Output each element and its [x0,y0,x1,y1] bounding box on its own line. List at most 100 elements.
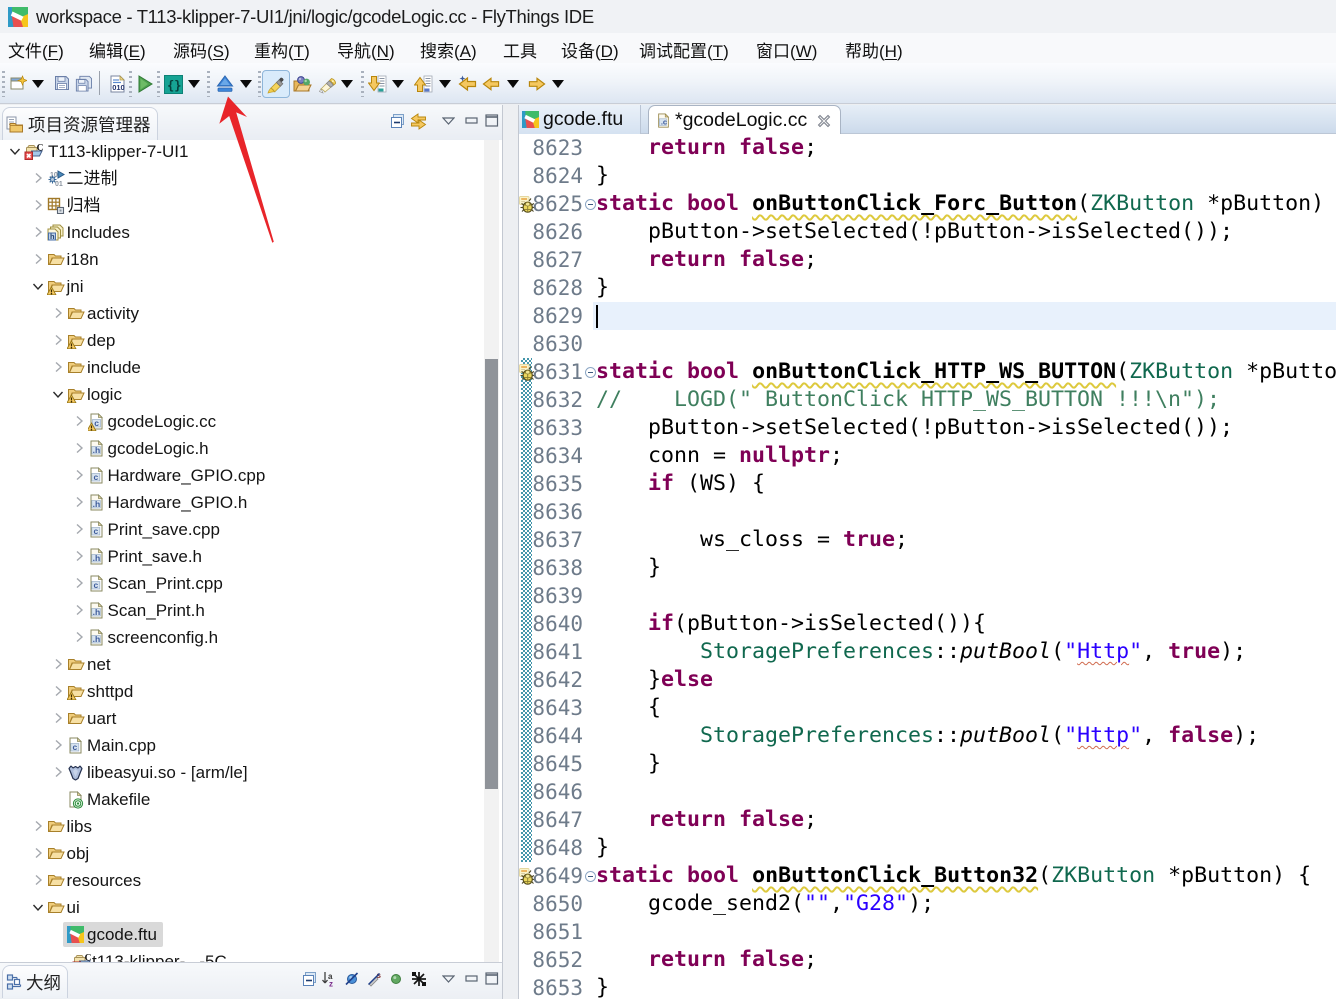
collapse-all-icon[interactable] [302,971,318,987]
menu-item-7[interactable]: 工具 [503,37,537,62]
tree-item-gcodelogic-h[interactable]: .h gcodeLogic.h [0,435,502,462]
tree-item-scan-print-cpp[interactable]: c Scan_Print.cpp [0,570,502,597]
menu-item-9[interactable]: 调试配置(T) [639,37,729,62]
project-explorer-tab[interactable]: 项目资源管理器 [2,107,158,140]
chevron-expanded-icon[interactable] [51,387,65,401]
tree-scrollbar[interactable] [484,140,499,962]
minimize-icon[interactable] [465,116,479,126]
tree-item-i18n[interactable]: i18n [0,246,502,273]
dropdown-arrow-icon[interactable] [240,80,252,88]
tree-item-net[interactable]: net [0,651,502,678]
fold-collapse-icon[interactable] [585,871,596,882]
save-all-icon[interactable] [75,75,93,92]
chevron-collapsed-icon[interactable] [72,603,86,617]
chevron-collapsed-icon[interactable] [31,873,45,887]
next-annotation-icon[interactable] [368,75,387,93]
chevron-collapsed-icon[interactable] [51,684,65,698]
dropdown-arrow-icon[interactable] [439,80,451,88]
dropdown-arrow-icon[interactable] [507,80,519,88]
tree-item-main-cpp[interactable]: c Main.cpp [0,732,502,759]
tree-item-hardware-gpio-h[interactable]: .h Hardware_GPIO.h [0,489,502,516]
view-menu-icon[interactable] [442,975,455,983]
open-type-icon[interactable] [293,75,312,93]
chevron-collapsed-icon[interactable] [51,360,65,374]
chevron-collapsed-icon[interactable] [72,468,86,482]
prev-annotation-icon[interactable] [414,75,433,93]
tree-item-uart[interactable]: uart [0,705,502,732]
chevron-expanded-icon[interactable] [8,144,22,158]
chevron-collapsed-icon[interactable] [51,738,65,752]
chevron-collapsed-icon[interactable] [72,576,86,590]
minimize-icon[interactable] [465,974,479,984]
dropdown-arrow-icon[interactable] [188,80,200,88]
dropdown-arrow-icon[interactable] [32,80,44,88]
binary-file-icon[interactable]: 010 [109,75,126,93]
chevron-collapsed-icon[interactable] [31,171,45,185]
menu-item-1[interactable]: 文件(F) [8,37,64,62]
chevron-collapsed-icon[interactable] [72,522,86,536]
tree-item-libeasyui-so-arm-le-[interactable]: libeasyui.so - [arm/le] [0,759,502,786]
editor-tab-gcode-ftu[interactable]: gcode.ftu [519,105,641,134]
chevron-collapsed-icon[interactable] [31,819,45,833]
link-with-editor-icon[interactable] [410,113,427,130]
chevron-collapsed-icon[interactable] [72,441,86,455]
menu-item-10[interactable]: 窗口(W) [756,37,817,62]
chevron-collapsed-icon[interactable] [51,657,65,671]
maximize-icon[interactable] [485,972,499,985]
tree-item--[interactable]: 归档 [0,192,502,219]
tree-item-hardware-gpio-cpp[interactable]: c Hardware_GPIO.cpp [0,462,502,489]
chevron-collapsed-icon[interactable] [72,630,86,644]
last-edit-location-icon[interactable] [458,75,477,93]
code-editor[interactable]: 8623 return false;8624} 8625static bool … [519,134,1336,999]
tree-item-t113-klipper-5c[interactable]: C t113-klipper-...-5C [0,948,502,962]
tree-item-resources[interactable]: resources [0,867,502,894]
menu-item-2[interactable]: 编辑(E) [89,37,146,62]
editor-tab-gcodelogic-cc[interactable]: .c *gcodeLogic.cc [648,105,841,135]
tree-item-include[interactable]: include [0,354,502,381]
chevron-collapsed-icon[interactable] [31,846,45,860]
tree-item-libs[interactable]: libs [0,813,502,840]
outline-tab[interactable]: 大纲 [2,965,68,998]
fold-collapse-icon[interactable] [585,367,596,378]
chevron-collapsed-icon[interactable] [51,333,65,347]
tree-item-scan-print-h[interactable]: .h Scan_Print.h [0,597,502,624]
tree-item-t113-klipper-7-ui1[interactable]: C T113-klipper-7-UI1 [0,140,502,165]
maximize-icon[interactable] [485,114,499,127]
chevron-expanded-icon[interactable] [31,900,45,914]
tree-item-logic[interactable]: logic [0,381,502,408]
sort-icon[interactable]: a z [321,971,337,987]
view-menu-icon[interactable] [442,117,455,125]
tree-item-gcode-ftu[interactable]: gcode.ftu [0,921,502,948]
tree-item-gcodelogic-cc[interactable]: c gcodeLogic.cc [0,408,502,435]
menu-item-3[interactable]: 源码(S) [173,37,230,62]
chevron-collapsed-icon[interactable] [72,549,86,563]
new-wizard-icon[interactable] [10,75,27,92]
hide-fields-icon[interactable] [344,971,360,987]
hide-nonpublic-icon[interactable] [390,973,402,985]
tree-item-screenconfig-h[interactable]: .h screenconfig.h [0,624,502,651]
run-icon[interactable] [137,75,153,93]
highlighter-icon[interactable] [266,75,286,95]
menu-item-6[interactable]: 搜索(A) [420,37,477,62]
dropdown-arrow-icon[interactable] [392,80,404,88]
tree-item--[interactable]: 10 01 二进制 [0,165,502,192]
filter-icon[interactable] [411,971,427,987]
tree-item-jni[interactable]: jni [0,273,502,300]
collapse-all-icon[interactable] [390,113,406,129]
chevron-collapsed-icon[interactable] [31,198,45,212]
chevron-collapsed-icon[interactable] [72,414,86,428]
compile-upload-icon[interactable] [216,75,234,93]
close-tab-icon[interactable] [817,114,831,128]
tree-scrollbar-thumb[interactable] [485,359,498,789]
menu-item-5[interactable]: 导航(N) [337,37,395,62]
fold-collapse-icon[interactable] [585,199,596,210]
chevron-collapsed-icon[interactable] [51,765,65,779]
save-icon[interactable] [54,75,70,91]
build-braces-icon[interactable]: {} [164,75,183,94]
chevron-collapsed-icon[interactable] [31,252,45,266]
chevron-collapsed-icon[interactable] [72,495,86,509]
menu-item-8[interactable]: 设备(D) [561,37,619,62]
tree-item-obj[interactable]: obj [0,840,502,867]
forward-icon[interactable] [528,75,546,93]
chevron-collapsed-icon[interactable] [51,711,65,725]
